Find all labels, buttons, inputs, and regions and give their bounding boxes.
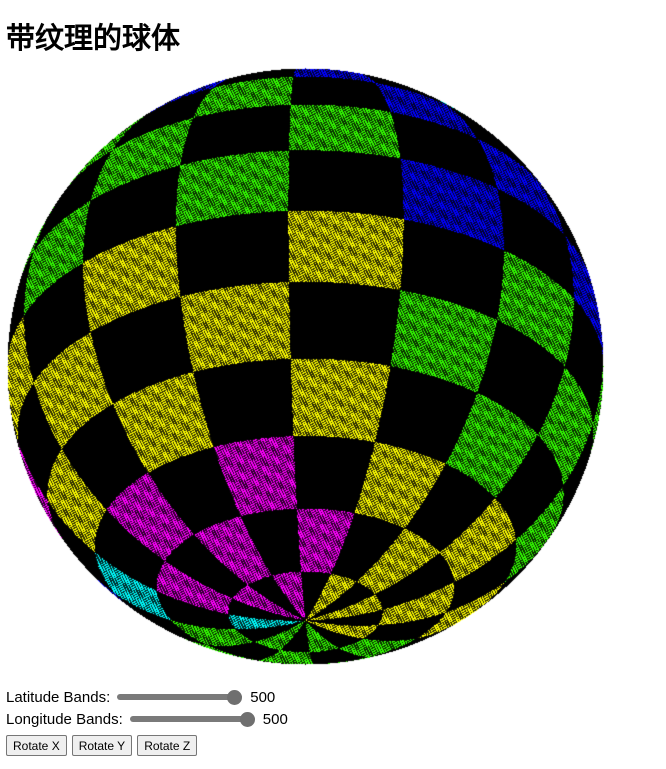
controls-panel: Latitude Bands: 500 Longitude Bands: 500… <box>6 686 288 756</box>
rotate-x-button[interactable]: Rotate X <box>6 735 67 756</box>
rotate-y-button[interactable]: Rotate Y <box>71 735 133 756</box>
rotate-z-button[interactable]: Rotate Z <box>137 735 198 756</box>
longitude-slider[interactable] <box>129 716 255 722</box>
page-title: 带纹理的球体 <box>6 21 181 55</box>
longitude-label: Longitude Bands: <box>6 710 123 728</box>
latitude-value: 500 <box>250 688 276 706</box>
longitude-control: Longitude Bands: 500 <box>6 708 288 730</box>
longitude-value: 500 <box>262 710 288 728</box>
rotate-buttons: Rotate X Rotate Y Rotate Z <box>6 735 288 756</box>
latitude-control: Latitude Bands: 500 <box>6 686 288 708</box>
latitude-slider[interactable] <box>117 694 243 700</box>
latitude-label: Latitude Bands: <box>6 688 111 706</box>
textured-sphere-canvas[interactable] <box>0 66 612 682</box>
